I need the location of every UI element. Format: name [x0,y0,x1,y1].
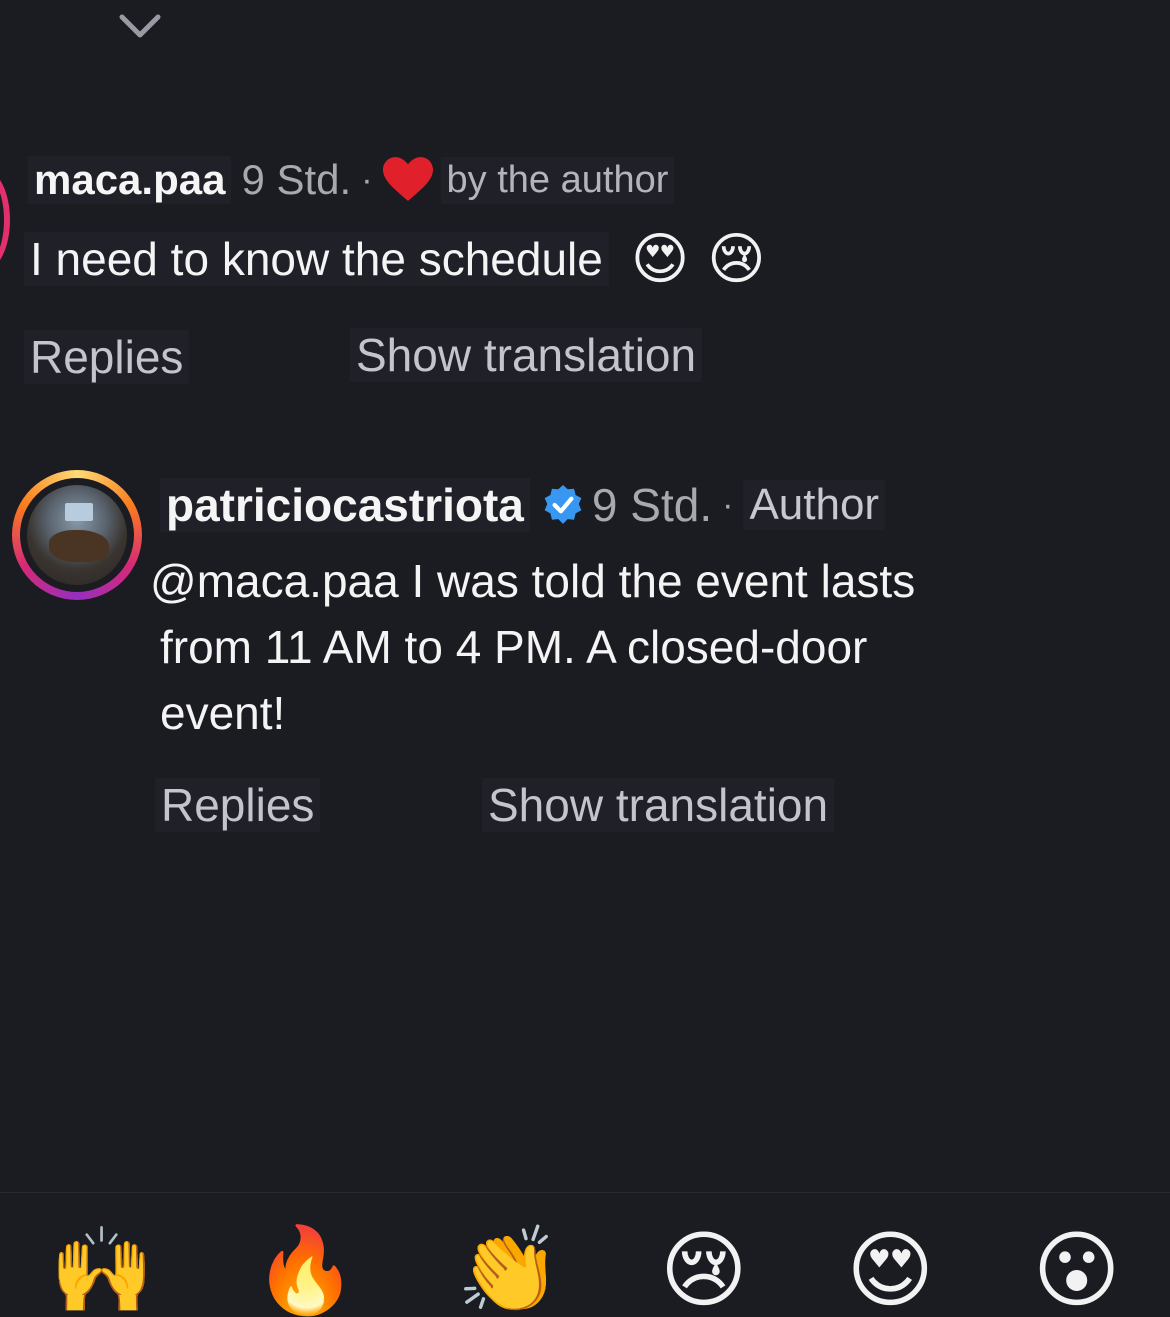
comment-body: I need to know the schedule 😍 😢 [24,226,766,292]
show-translation-button[interactable]: Show translation [350,328,703,382]
separator-dot: · [722,485,734,524]
reply-text-line: from 11 AM to 4 PM. A closed-door [160,621,868,673]
avatar[interactable] [12,470,142,600]
divider [0,1192,1170,1193]
liked-by-author-label: by the author [440,156,675,204]
raising-hands-emoji-icon[interactable]: 🙌 [49,1228,154,1312]
reply-text-line: @maca.paa I was told the event lasts [150,555,916,607]
replies-button[interactable]: Replies [24,330,190,384]
reply-timestamp: 9 Std. [591,479,713,531]
heart-icon [382,157,433,201]
crying-face-emoji-icon: 😢 [707,227,766,290]
comment-username[interactable]: maca.paa [28,156,232,204]
heart-eyes-emoji-icon: 😍 [630,227,690,290]
reply-text-line: event! [160,687,286,739]
quick-reaction-bar: 🙌 🔥 👏 😢 😍 😮 [0,1228,1170,1315]
reply-header: patriciocastriota 9 Std. · Author [160,475,886,535]
comment-text: I need to know the schedule [24,232,609,286]
reply-username[interactable]: patriciocastriota [160,478,530,532]
collapse-chevron-icon[interactable] [115,8,165,44]
replies-button[interactable]: Replies [155,778,321,832]
reply-body: @maca.paa I was told the event lasts fro… [150,548,1050,746]
crying-face-emoji-icon[interactable]: 😢 [660,1228,748,1312]
surprised-face-emoji-icon[interactable]: 😮 [1033,1228,1121,1312]
heart-eyes-emoji-icon[interactable]: 😍 [846,1228,934,1312]
separator-dot: · [361,160,373,199]
author-badge: Author [743,480,886,530]
avatar-story-ring-partial[interactable] [0,170,10,270]
fire-emoji-icon[interactable]: 🔥 [253,1228,358,1312]
clapping-hands-emoji-icon[interactable]: 👏 [456,1228,561,1312]
verified-badge-icon [544,485,582,524]
avatar-photo [27,485,127,585]
comment-header: maca.paa 9 Std. · by the author [28,152,675,208]
show-translation-button[interactable]: Show translation [482,778,835,832]
comment-timestamp: 9 Std. [241,156,352,203]
